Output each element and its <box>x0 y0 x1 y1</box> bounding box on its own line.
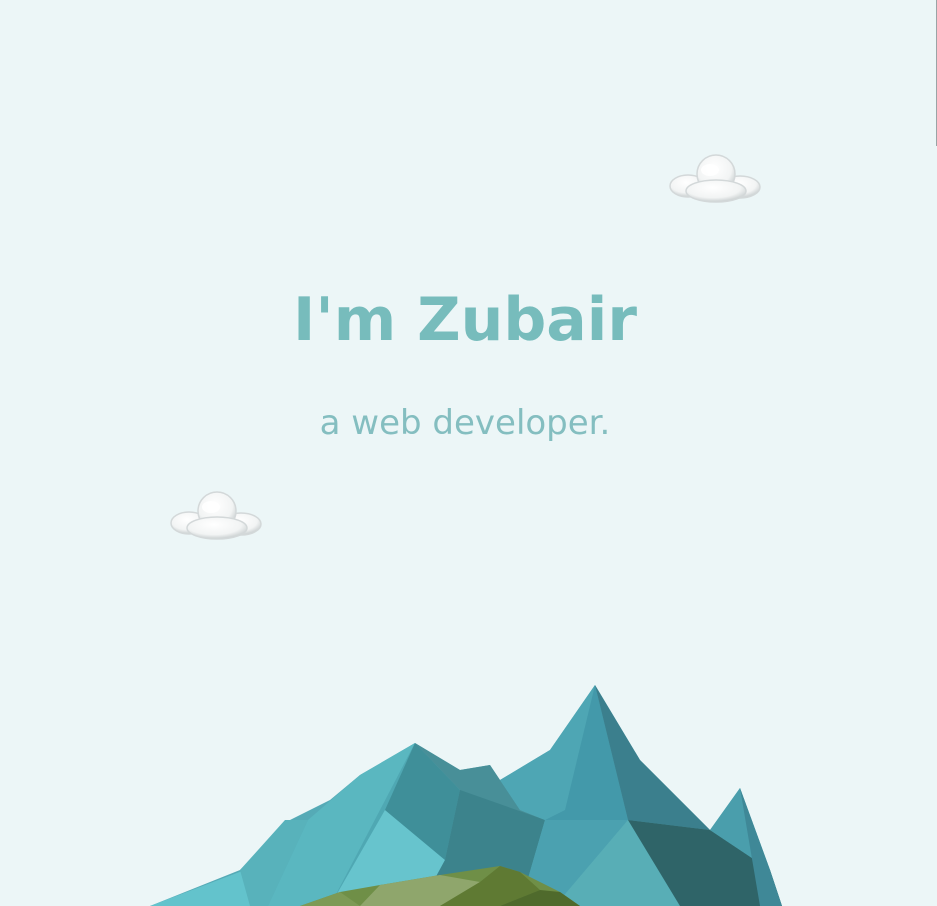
hero-subtitle: a web developer. <box>319 403 611 443</box>
mountains-illustration <box>150 685 782 906</box>
hero-title: I'm Zubair <box>293 285 637 355</box>
cloud-icon <box>170 491 262 540</box>
hero-page: I'm Zubair a web developer. <box>0 0 937 906</box>
cloud-icon <box>669 154 761 203</box>
